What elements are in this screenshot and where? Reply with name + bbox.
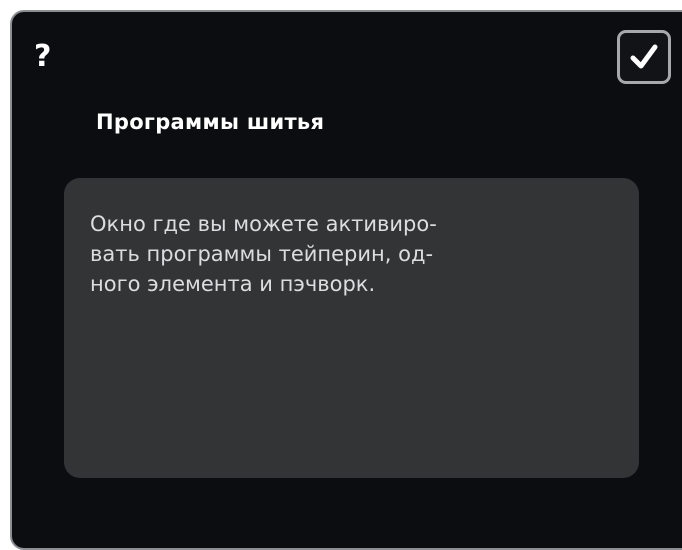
help-dialog: ? Программы шитья Окно где вы можете акт… bbox=[10, 10, 682, 550]
confirm-button[interactable] bbox=[617, 30, 671, 84]
checkmark-icon bbox=[630, 44, 658, 69]
description-panel: Окно где вы можете активиро- вать програ… bbox=[64, 178, 639, 478]
help-icon[interactable]: ? bbox=[34, 42, 51, 72]
description-text: Окно где вы можете активиро- вать програ… bbox=[90, 212, 437, 296]
dialog-title: Программы шитья bbox=[96, 110, 325, 134]
